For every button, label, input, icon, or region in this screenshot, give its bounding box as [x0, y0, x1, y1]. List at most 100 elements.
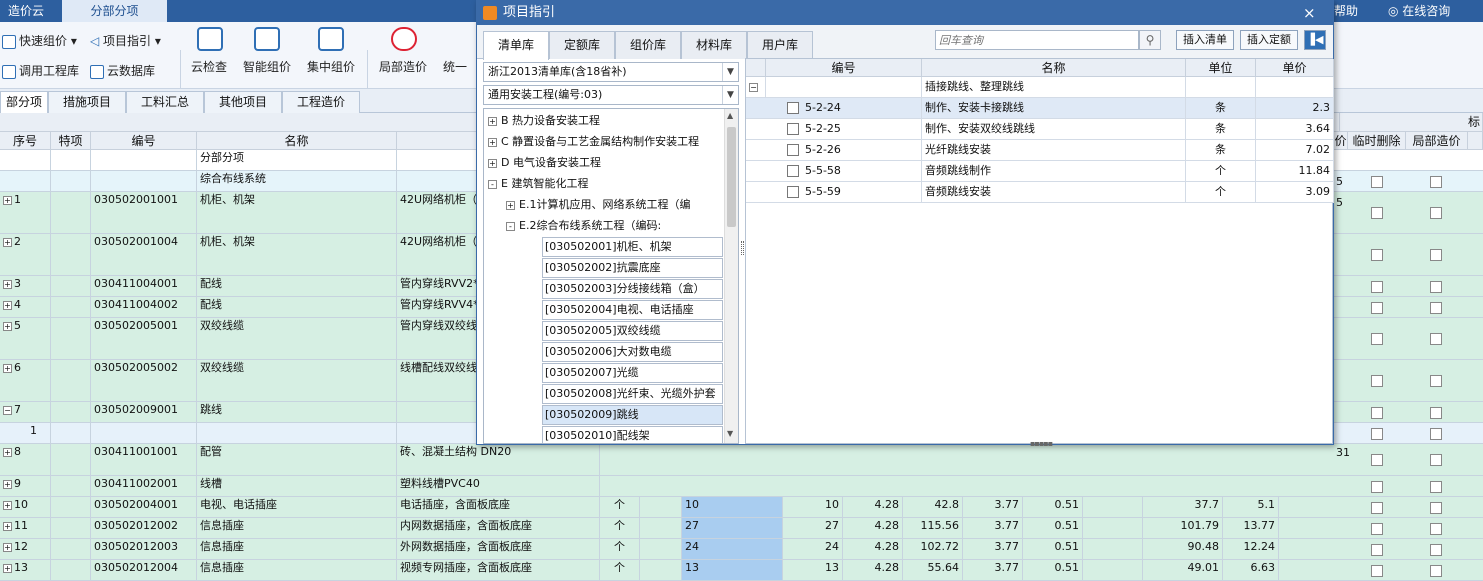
quick-group-button[interactable]: 快速组价 ▾	[2, 32, 77, 49]
scroll-up-icon[interactable]: ▲	[727, 111, 733, 120]
close-icon[interactable]: ×	[1303, 1, 1316, 25]
tree-leaf-item[interactable]: [030502003]分线接线箱（盒）	[542, 279, 723, 299]
col-name-header[interactable]: 名称	[197, 132, 397, 150]
expand-icon[interactable]: +	[3, 564, 12, 573]
table-row[interactable]: +9 030411002001 线槽 塑料线槽PVC40	[0, 476, 1483, 497]
expand-icon[interactable]: +	[3, 480, 12, 489]
collapse-icon[interactable]: −	[3, 406, 12, 415]
part-cost-checkbox[interactable]	[1430, 454, 1442, 466]
temp-delete-checkbox[interactable]	[1371, 301, 1383, 314]
part-cost-checkbox[interactable]	[1430, 501, 1442, 514]
tree-leaf-item[interactable]: [030502004]电视、电话插座	[542, 300, 723, 320]
quota-row[interactable]: 5-2-24 制作、安装卡接跳线条 2.3	[746, 98, 1334, 119]
quota-checkbox[interactable]	[787, 144, 799, 156]
temp-delete-checkbox[interactable]	[1371, 564, 1383, 577]
library-select[interactable]: 浙江2013清单库(含18省补) ▼	[483, 62, 739, 82]
scroll-down-icon[interactable]: ▼	[727, 429, 733, 438]
online-consult-button[interactable]: ◎ 在线咨询	[1388, 0, 1450, 22]
tab-other-items[interactable]: 其他项目	[204, 91, 282, 113]
temp-delete-checkbox[interactable]	[1371, 375, 1383, 387]
temp-delete-checkbox[interactable]	[1371, 249, 1383, 261]
temp-delete-checkbox[interactable]	[1371, 522, 1383, 535]
tree-leaf-item[interactable]: [030502007]光缆	[542, 363, 723, 383]
table-row[interactable]: +10 030502004001 电视、电话插座 电话插座，含面板底座个 10 10 4.2…	[0, 497, 1483, 518]
part-cost-checkbox[interactable]	[1430, 207, 1442, 219]
central-price-button[interactable]: 集中组价	[307, 58, 355, 75]
quota-checkbox[interactable]	[787, 165, 799, 177]
quota-group-row[interactable]: − 插接跳线、整理跳线	[746, 77, 1334, 98]
tree-leaf-item[interactable]: [030502009]跳线	[542, 405, 723, 425]
table-row[interactable]: +11 030502012002 信息插座 内网数据插座，含面板底座个 27 27 4.28…	[0, 518, 1483, 539]
expand-icon[interactable]: +	[488, 116, 497, 126]
tab-measures[interactable]: 措施项目	[48, 91, 126, 113]
help-menu[interactable]: 帮助	[1334, 0, 1358, 22]
temp-delete-checkbox[interactable]	[1371, 501, 1383, 514]
part-cost-checkbox[interactable]	[1430, 543, 1442, 556]
tab-bill-lib[interactable]: 清单库	[483, 31, 549, 60]
insert-quota-button[interactable]: 插入定额	[1240, 30, 1298, 50]
expand-icon[interactable]: +	[506, 200, 515, 210]
expand-icon[interactable]: +	[3, 501, 12, 510]
col-special-header[interactable]: 特项	[51, 132, 91, 150]
quota-row[interactable]: 5-2-25 制作、安装双绞线跳线条 3.64	[746, 119, 1334, 140]
dock-icon[interactable]: ▐◀	[1304, 30, 1326, 50]
col-price-header[interactable]: 价	[1334, 132, 1348, 150]
tree-node[interactable]: -E 建筑智能化工程	[488, 174, 588, 194]
expand-icon[interactable]: +	[3, 522, 12, 531]
tab-user-lib[interactable]: 用户库	[747, 31, 813, 59]
tree-leaf-item[interactable]: [030502001]机柜、机架	[542, 237, 723, 257]
tab-sub-items[interactable]: 分部分项	[62, 0, 167, 22]
temp-delete-checkbox[interactable]	[1371, 333, 1383, 345]
quota-row[interactable]: 5-2-26 光纤跳线安装条 7.02	[746, 140, 1334, 161]
expand-icon[interactable]: +	[3, 280, 12, 289]
specialty-select[interactable]: 通用安装工程(编号:03) ▼	[483, 85, 739, 105]
part-cost-checkbox[interactable]	[1430, 301, 1442, 314]
tree-leaf-item[interactable]: [030502002]抗震底座	[542, 258, 723, 278]
tab-material-lib[interactable]: 材料库	[681, 31, 747, 59]
project-guide-button[interactable]: ◁ 项目指引 ▾	[90, 32, 161, 49]
col-code-header[interactable]: 编号	[91, 132, 197, 150]
tab-materials[interactable]: 工料汇总	[126, 91, 204, 113]
tree-node[interactable]: + C 静置设备与工艺金属结构制作安装工程	[488, 132, 699, 152]
expand-icon[interactable]: +	[3, 543, 12, 552]
tree-leaf-item[interactable]: [030502006]大对数电缆	[542, 342, 723, 362]
insert-list-button[interactable]: 插入清单	[1176, 30, 1234, 50]
expand-icon[interactable]: +	[488, 158, 497, 168]
tree-scrollbar[interactable]: ▲ ▼	[724, 109, 738, 443]
quota-row[interactable]: 5-5-58 音频跳线制作个 11.84	[746, 161, 1334, 182]
part-cost-checkbox[interactable]	[1430, 564, 1442, 577]
quota-checkbox[interactable]	[787, 123, 799, 135]
temp-delete-checkbox[interactable]	[1371, 280, 1383, 293]
collapse-icon[interactable]: −	[746, 77, 766, 98]
tree-node[interactable]: + B 热力设备安装工程	[488, 111, 600, 131]
table-row[interactable]: +8 030411001001 配管 砖、混凝土结构 DN20	[0, 444, 1483, 476]
temp-delete-checkbox[interactable]	[1371, 175, 1383, 188]
tab-price-lib[interactable]: 组价库	[615, 31, 681, 59]
part-cost-checkbox[interactable]	[1430, 406, 1442, 419]
col-seq-header[interactable]: 序号	[0, 132, 51, 150]
col-part-cost-header[interactable]: 局部造价	[1406, 132, 1468, 150]
quota-checkbox[interactable]	[787, 102, 799, 114]
part-cost-checkbox[interactable]	[1430, 175, 1442, 188]
tab-project-cost[interactable]: 工程造价	[282, 91, 360, 113]
quota-checkbox[interactable]	[787, 186, 799, 198]
tab-cost-cloud[interactable]: 造价云	[0, 0, 52, 22]
part-cost-checkbox[interactable]	[1430, 375, 1442, 387]
expand-icon[interactable]: +	[488, 137, 497, 147]
splitter-handle[interactable]	[741, 241, 744, 255]
expand-icon[interactable]: +	[3, 322, 12, 331]
resize-grip[interactable]: ▪▪▪▪▪	[1030, 439, 1053, 448]
tree-leaf-item[interactable]: [030502010]配线架	[542, 426, 723, 443]
tree-node[interactable]: + E.1计算机应用、网络系统工程（编	[506, 195, 690, 215]
temp-delete-checkbox[interactable]	[1371, 427, 1383, 440]
unify-button[interactable]: 统一	[443, 58, 467, 75]
smart-price-button[interactable]: 智能组价	[243, 58, 291, 75]
temp-delete-checkbox[interactable]	[1371, 480, 1383, 493]
temp-delete-checkbox[interactable]	[1371, 543, 1383, 556]
part-cost-checkbox[interactable]	[1430, 522, 1442, 535]
part-cost-checkbox[interactable]	[1430, 280, 1442, 293]
search-icon[interactable]: ⚲	[1139, 30, 1161, 50]
expand-icon[interactable]: +	[3, 364, 12, 373]
temp-delete-checkbox[interactable]	[1371, 406, 1383, 419]
expand-icon[interactable]: +	[3, 448, 12, 457]
